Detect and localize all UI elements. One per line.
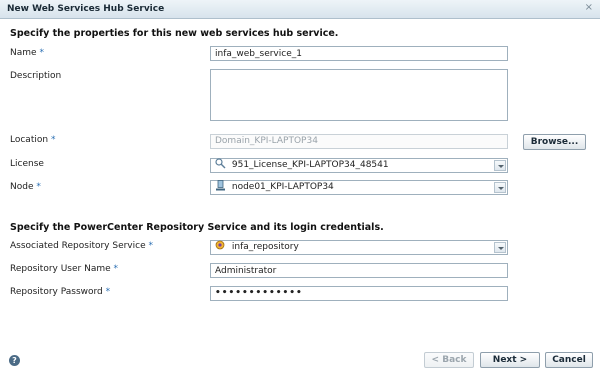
repository-service-select[interactable]: infa_repository [210, 240, 508, 255]
browse-button[interactable]: Browse... [523, 134, 586, 150]
help-icon[interactable]: ? [9, 355, 20, 366]
required-marker: * [105, 287, 111, 297]
repository-icon [215, 240, 226, 251]
repository-service-label: Associated Repository Service * [10, 241, 153, 251]
chevron-down-icon[interactable] [494, 242, 506, 253]
chevron-down-icon[interactable] [494, 160, 506, 171]
required-marker: * [36, 182, 41, 192]
node-select[interactable]: node01_KPI-LAPTOP34 [210, 180, 508, 195]
location-field: Domain_KPI-LAPTOP34 [210, 134, 508, 149]
close-icon[interactable]: × [585, 2, 593, 13]
repository-service-value: infa_repository [231, 242, 299, 252]
license-value: 951_License_KPI-LAPTOP34_48541 [231, 160, 389, 170]
dialog-title: New Web Services Hub Service [7, 4, 165, 14]
license-select[interactable]: 951_License_KPI-LAPTOP34_48541 [210, 158, 508, 173]
next-button[interactable]: Next > [480, 352, 540, 368]
back-button[interactable]: < Back [424, 352, 474, 368]
node-label: Node * [10, 182, 41, 192]
required-marker: * [50, 135, 56, 145]
section-heading-repository: Specify the PowerCenter Repository Servi… [10, 222, 384, 233]
repository-user-label: Repository User Name * [10, 264, 119, 274]
required-marker: * [148, 241, 154, 251]
repository-user-field[interactable] [210, 263, 508, 278]
location-label: Location * [10, 135, 56, 145]
required-marker: * [39, 48, 44, 58]
repository-password-field[interactable]: ••••••••••••• [210, 286, 508, 301]
license-label: License [10, 159, 44, 169]
description-field[interactable] [210, 69, 508, 121]
description-label: Description [10, 71, 62, 81]
cancel-button[interactable]: Cancel [545, 352, 593, 368]
license-icon [215, 158, 226, 169]
section-heading-properties: Specify the properties for this new web … [10, 28, 339, 39]
node-value: node01_KPI-LAPTOP34 [231, 182, 334, 192]
name-label: Name * [10, 48, 44, 58]
repository-password-label: Repository Password * [10, 287, 111, 297]
chevron-down-icon[interactable] [494, 182, 506, 193]
dialog-title-bar: New Web Services Hub Service × [0, 0, 600, 19]
node-icon [215, 180, 226, 191]
name-field[interactable] [210, 46, 508, 61]
required-marker: * [113, 264, 119, 274]
